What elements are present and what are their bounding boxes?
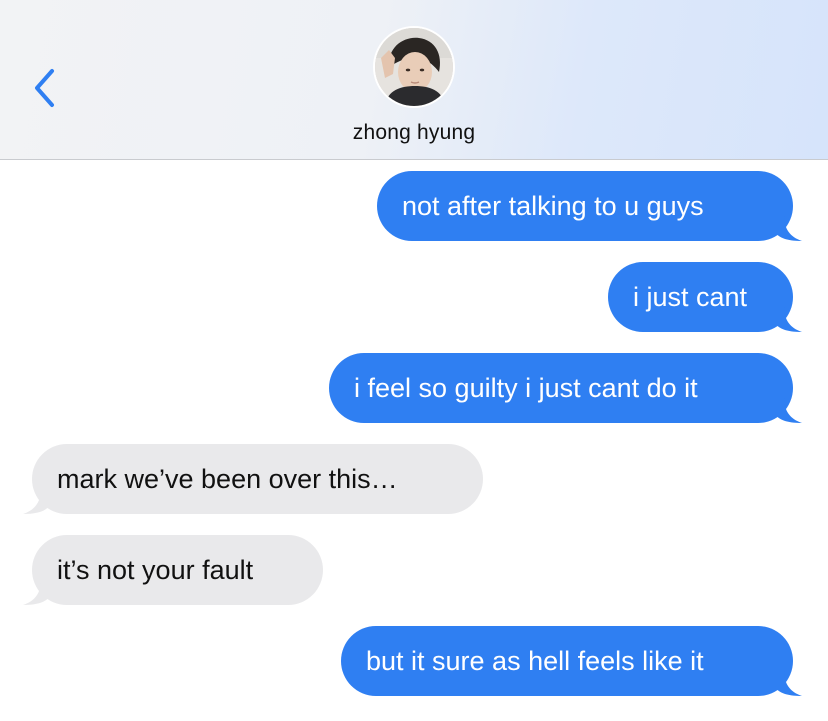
message-bubble-sent[interactable]: but it sure as hell feels like it xyxy=(341,626,802,696)
bubble-tail xyxy=(23,579,49,605)
message-text: i feel so guilty i just cant do it xyxy=(354,373,698,403)
bubble-tail xyxy=(23,488,49,514)
contact-avatar[interactable] xyxy=(373,26,455,108)
message-thread-screen: zhong hyung not after talking to u guys … xyxy=(0,0,828,721)
back-button[interactable] xyxy=(26,62,66,112)
message-bubble-sent[interactable]: not after talking to u guys xyxy=(377,171,802,241)
message-text: it’s not your fault xyxy=(57,555,254,585)
bubble-tail xyxy=(776,306,802,332)
chevron-left-icon xyxy=(35,69,54,107)
message-bubble-received[interactable]: mark we’ve been over this… xyxy=(23,444,483,514)
message-text: not after talking to u guys xyxy=(402,191,704,221)
message-bubble-received[interactable]: it’s not your fault xyxy=(23,535,323,605)
avatar-photo xyxy=(375,28,453,106)
message-text: i just cant xyxy=(633,282,748,312)
message-text: mark we’ve been over this… xyxy=(57,464,398,494)
conversation-header: zhong hyung xyxy=(0,0,828,160)
bubble-tail xyxy=(776,670,802,696)
message-text: but it sure as hell feels like it xyxy=(366,646,704,676)
contact-name[interactable]: zhong hyung xyxy=(0,121,828,145)
bubble-tail xyxy=(776,397,802,423)
message-bubble-sent[interactable]: i feel so guilty i just cant do it xyxy=(329,353,802,423)
bubble-tail xyxy=(776,215,802,241)
message-bubble-sent[interactable]: i just cant xyxy=(608,262,802,332)
